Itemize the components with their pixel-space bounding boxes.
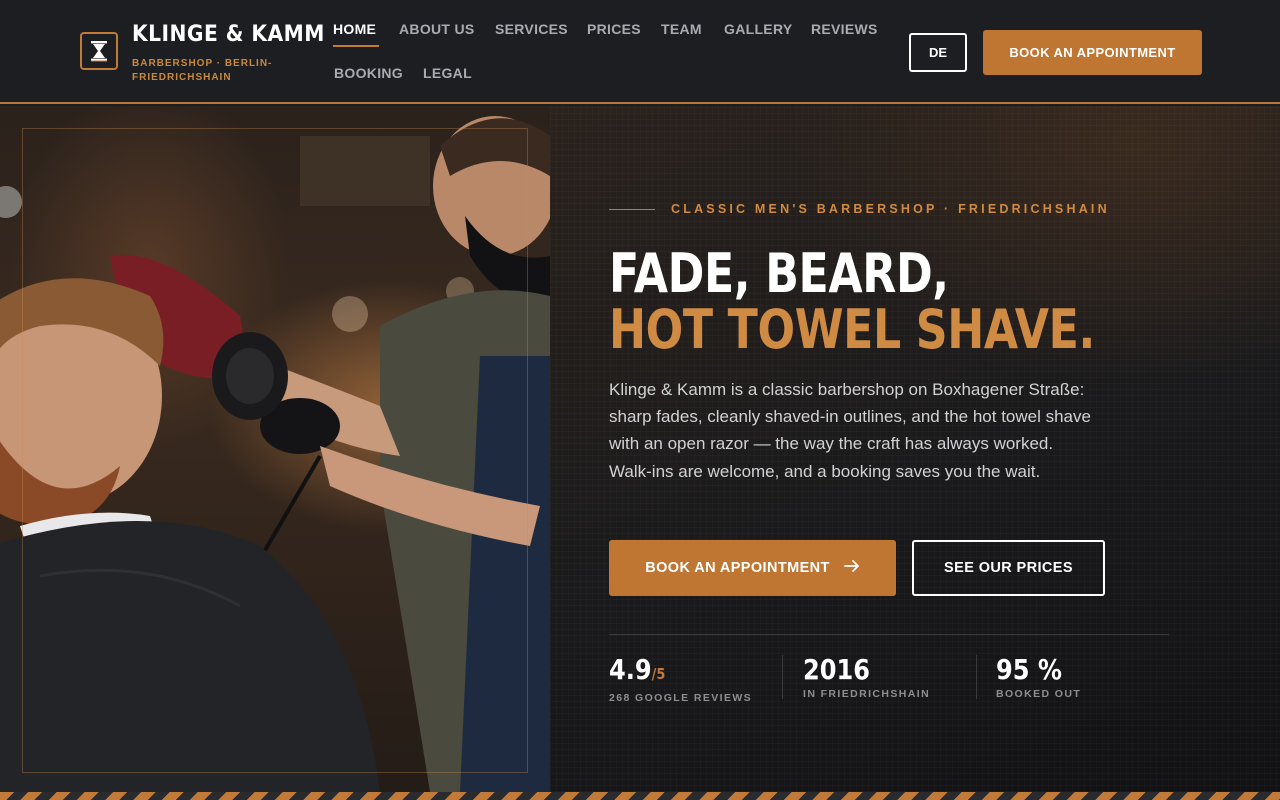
stat-founded: 2016 IN FRIEDRICHSHAIN	[803, 653, 931, 701]
stat-founded-value: 2016	[803, 653, 871, 686]
hero-headline-line1: FADE, BEARD,	[609, 242, 949, 305]
hourglass-logo-icon[interactable]	[80, 32, 118, 70]
eyebrow-rule	[609, 209, 655, 210]
see-prices-button[interactable]: SEE OUR PRICES	[912, 540, 1105, 596]
stat-rating-value: 4.9	[609, 653, 652, 686]
hero-headline: FADE, BEARD, HOT TOWEL SHAVE.	[609, 246, 1095, 358]
hero-eyebrow: CLASSIC MEN'S BARBERSHOP · FRIEDRICHSHAI…	[671, 202, 1110, 216]
brand-tagline: BARBERSHOP · BERLIN-FRIEDRICHSHAIN	[132, 58, 273, 83]
hero-book-appointment-label: BOOK AN APPOINTMENT	[645, 560, 830, 576]
decorative-barber-stripe	[0, 792, 1280, 800]
active-nav-indicator	[333, 45, 379, 47]
hero-headline-line2: HOT TOWEL SHAVE.	[609, 298, 1095, 361]
nav-item-legal[interactable]: LEGAL	[423, 65, 472, 81]
stat-separator	[782, 655, 783, 699]
stat-founded-label: IN FRIEDRICHSHAIN	[803, 688, 931, 700]
arrow-right-icon	[843, 559, 860, 577]
nav-item-gallery[interactable]: GALLERY	[724, 21, 792, 37]
stat-rating-label: 268 GOOGLE REVIEWS	[609, 692, 753, 704]
nav-item-booking[interactable]: BOOKING	[334, 65, 403, 81]
language-toggle-button[interactable]: DE	[909, 33, 967, 72]
stat-booked-label: BOOKED OUT	[996, 688, 1082, 700]
nav-item-services[interactable]: SERVICES	[495, 21, 568, 37]
brand-name[interactable]: KLINGE & KAMM	[132, 22, 325, 47]
hero-barber-photo	[0, 106, 550, 792]
stat-rating: 4.9/5 268 GOOGLE REVIEWS	[609, 653, 753, 705]
nav-item-prices[interactable]: PRICES	[587, 21, 641, 37]
stat-rating-unit: /5	[651, 665, 666, 683]
hero-book-appointment-button[interactable]: BOOK AN APPOINTMENT	[609, 540, 896, 596]
nav-item-home[interactable]: HOME	[333, 21, 376, 37]
stats-divider	[609, 634, 1169, 635]
nav-item-reviews[interactable]: REVIEWS	[811, 21, 878, 37]
site-header: KLINGE & KAMM BARBERSHOP · BERLIN-FRIEDR…	[0, 0, 1280, 104]
stat-separator	[976, 655, 977, 699]
hero-lead-text: Klinge & Kamm is a classic barbershop on…	[609, 380, 1091, 481]
stat-booked: 95 % BOOKED OUT	[996, 653, 1082, 701]
header-book-appointment-button[interactable]: BOOK AN APPOINTMENT	[983, 30, 1202, 75]
stat-booked-value: 95 %	[996, 653, 1063, 686]
nav-item-team[interactable]: TEAM	[661, 21, 702, 37]
nav-item-about-us[interactable]: ABOUT US	[399, 21, 475, 37]
